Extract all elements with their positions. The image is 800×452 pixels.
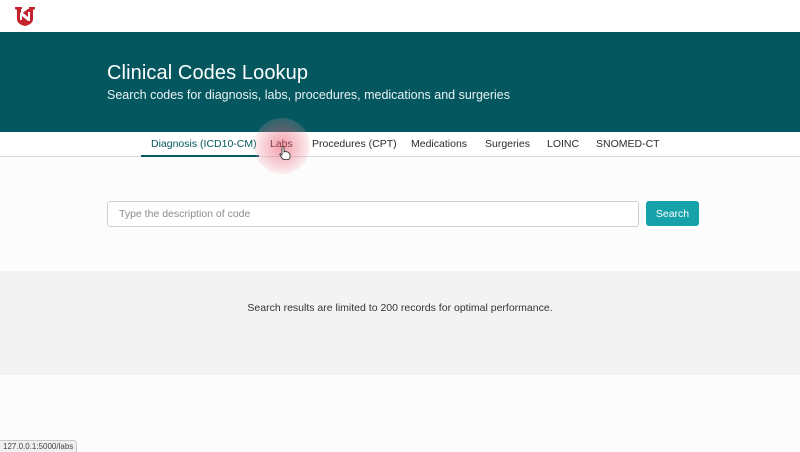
page-title: Clinical Codes Lookup bbox=[107, 62, 309, 84]
nebraska-n-logo-icon[interactable] bbox=[14, 5, 36, 27]
results-limit-note: Search results are limited to 200 record… bbox=[247, 302, 553, 314]
search-button[interactable]: Search bbox=[646, 201, 699, 226]
top-bar bbox=[0, 0, 800, 32]
search-form: Search bbox=[107, 201, 699, 227]
tab-surgeries[interactable]: Surgeries bbox=[485, 132, 530, 157]
code-type-tabs: Diagnosis (ICD10-CM) Labs Procedures (CP… bbox=[0, 132, 800, 157]
page-subtitle: Search codes for diagnosis, labs, proced… bbox=[107, 88, 510, 102]
tab-loinc[interactable]: LOINC bbox=[547, 132, 579, 157]
hero-banner: Clinical Codes Lookup Search codes for d… bbox=[0, 32, 800, 132]
tab-procedures[interactable]: Procedures (CPT) bbox=[312, 132, 397, 157]
tab-diagnosis[interactable]: Diagnosis (ICD10-CM) bbox=[141, 132, 259, 157]
tab-snomed-ct[interactable]: SNOMED-CT bbox=[596, 132, 660, 157]
status-bar-url: 127.0.0.1:5000/labs bbox=[0, 440, 78, 452]
search-input[interactable] bbox=[107, 201, 639, 227]
tab-medications[interactable]: Medications bbox=[411, 132, 467, 157]
tab-labs[interactable]: Labs bbox=[270, 132, 293, 157]
results-panel: Search results are limited to 200 record… bbox=[0, 271, 800, 375]
